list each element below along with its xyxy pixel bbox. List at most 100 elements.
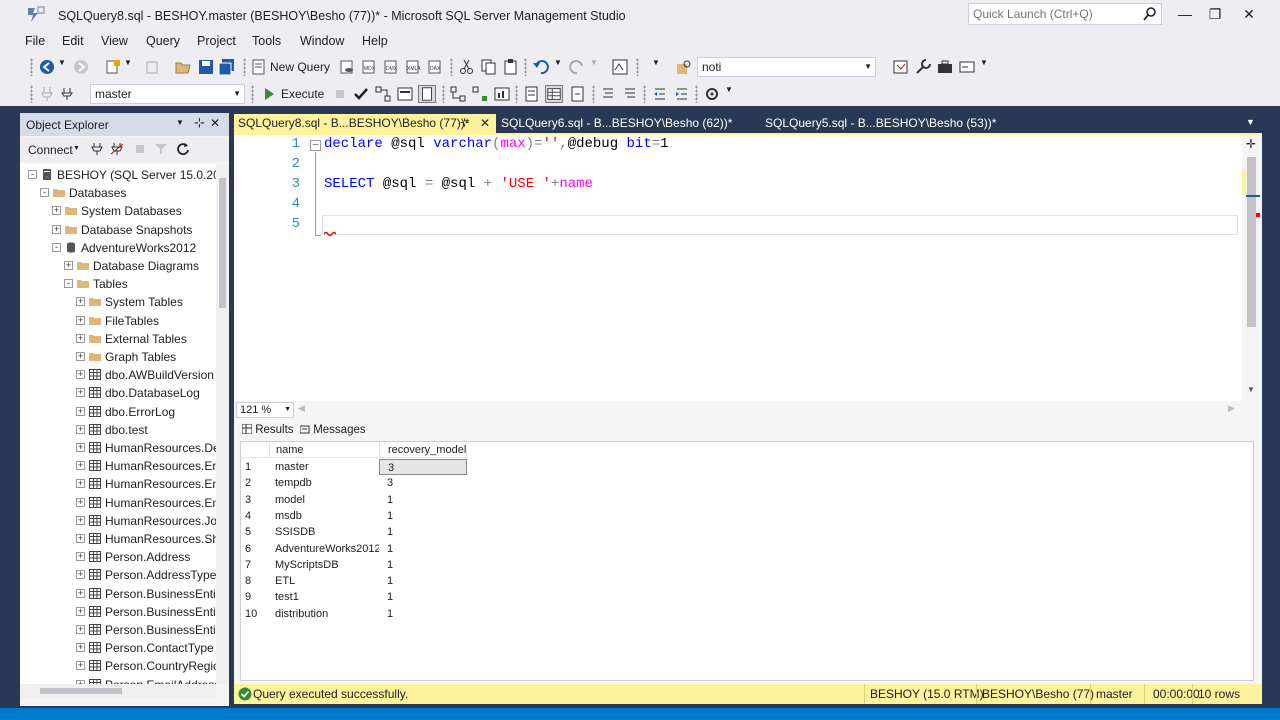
expand-icon[interactable]: + <box>76 497 85 507</box>
cell-name[interactable]: distribution <box>269 606 379 622</box>
pin-tab-icon[interactable]: ⊹ <box>460 114 469 133</box>
toolbar-grip[interactable] <box>30 58 33 76</box>
results-to-grid-icon[interactable] <box>545 85 563 103</box>
cell-name[interactable]: ETL <box>269 573 379 589</box>
cell-recovery-model[interactable]: 1 <box>379 557 467 573</box>
refresh-icon[interactable] <box>176 142 190 156</box>
save-icon[interactable] <box>197 58 215 76</box>
expand-icon[interactable]: + <box>76 534 85 543</box>
cell-recovery-model[interactable]: 1 <box>379 573 467 589</box>
back-icon[interactable] <box>38 58 56 76</box>
tree-item[interactable]: + HumanResources.Em <box>20 475 216 493</box>
results-to-text-icon[interactable] <box>523 85 541 103</box>
cell-recovery-model[interactable]: 1 <box>379 589 467 605</box>
cell-recovery-model[interactable]: 1 <box>379 524 467 540</box>
connect-dropdown-button[interactable]: Connect <box>28 143 73 157</box>
new-query-icon[interactable] <box>250 58 268 76</box>
execute-button[interactable]: Execute <box>281 87 324 101</box>
tab-sqlquery6[interactable]: SQLQuery6.sql - B...BESHOY\Besho (62))* <box>497 114 759 133</box>
tab-sqlquery5[interactable]: SQLQuery5.sql - B...BESHOY\Besho (53))* <box>761 114 1023 133</box>
row-number[interactable]: 10 <box>241 606 269 622</box>
tree-item[interactable]: + HumanResources.Shi <box>20 530 216 548</box>
row-number[interactable]: 9 <box>241 589 269 605</box>
redo-icon[interactable] <box>568 58 586 76</box>
cell-recovery-model[interactable]: 1 <box>379 492 467 508</box>
mdx-query-icon[interactable]: MDX <box>360 58 378 76</box>
expand-icon[interactable]: + <box>76 370 85 380</box>
properties-wrench-icon[interactable] <box>914 58 932 76</box>
cancel-query-icon[interactable] <box>331 85 349 103</box>
cell-name[interactable]: tempdb <box>269 475 379 491</box>
save-all-icon[interactable] <box>218 58 236 76</box>
expand-icon[interactable]: + <box>76 352 85 361</box>
cell-name[interactable]: MyScriptsDB <box>269 557 379 573</box>
tree-item[interactable]: + HumanResources.Em <box>20 457 216 475</box>
tree-item[interactable]: + Person.Address <box>20 548 216 566</box>
connect-plug-icon[interactable] <box>90 142 104 156</box>
tab-sqlquery8[interactable]: SQLQuery8.sql - B...BESHOY\Besho (77))* … <box>234 114 496 133</box>
change-connection-icon[interactable] <box>60 85 78 103</box>
query-editor[interactable]: 1 2 3 4 5 – declare @sql varchar(max)=''… <box>234 135 1262 401</box>
config-dropdown-icon[interactable]: ▼ <box>652 58 670 76</box>
tree-item[interactable]: + HumanResources.Em <box>20 494 216 512</box>
tab-overflow-dropdown-icon[interactable]: ▼ <box>1246 117 1255 127</box>
add-item-icon[interactable] <box>144 58 162 76</box>
pin-icon[interactable]: ⊹ <box>194 115 205 131</box>
object-explorer-vscroll[interactable] <box>216 164 229 684</box>
row-number[interactable]: 5 <box>241 524 269 540</box>
tree-item[interactable]: + External Tables <box>20 330 216 348</box>
chevron-down-icon[interactable]: ▼ <box>233 85 241 103</box>
expand-icon[interactable]: + <box>76 406 85 416</box>
expand-icon[interactable]: + <box>76 479 85 489</box>
chevron-down-icon[interactable]: ▼ <box>864 58 872 76</box>
xmla-query-icon[interactable]: XMLA <box>404 58 422 76</box>
expand-icon[interactable]: + <box>76 333 85 343</box>
new-query-button[interactable]: New Query <box>270 60 330 74</box>
dax-query-icon[interactable]: DAX <box>426 58 444 76</box>
parse-checkmark-icon[interactable] <box>352 85 370 103</box>
quick-launch-input[interactable] <box>969 4 1139 24</box>
scroll-thumb[interactable] <box>40 688 122 694</box>
tab-messages[interactable]: Messages <box>299 421 366 439</box>
cell-recovery-model[interactable]: 1 <box>379 508 467 524</box>
scroll-thumb[interactable] <box>1247 157 1256 327</box>
row-number[interactable]: 3 <box>241 492 269 508</box>
tree-item[interactable]: + Database Diagrams <box>20 257 216 275</box>
collapse-icon[interactable]: - <box>40 188 49 198</box>
live-query-statistics-icon[interactable] <box>471 85 489 103</box>
zoom-combo[interactable]: 121 % ▼ <box>236 402 294 418</box>
tree-item[interactable]: + Person.BusinessEntity <box>20 621 216 639</box>
menu-window[interactable]: Window <box>300 34 344 48</box>
expand-icon[interactable]: + <box>76 643 85 653</box>
menu-view[interactable]: View <box>101 34 128 48</box>
expand-icon[interactable]: + <box>76 388 85 398</box>
tree-item[interactable]: + System Tables <box>20 293 216 311</box>
expand-icon[interactable]: + <box>52 224 61 234</box>
scroll-thumb[interactable] <box>219 178 226 308</box>
menu-project[interactable]: Project <box>197 34 236 48</box>
client-statistics-icon[interactable] <box>493 85 511 103</box>
code-line-3[interactable]: SELECT @sql = @sql + 'USE '+name <box>324 176 593 192</box>
tree-item[interactable]: - BESHOY (SQL Server 15.0.2095 <box>20 166 216 184</box>
minimize-button[interactable]: — <box>1170 4 1200 24</box>
filter-icon[interactable] <box>154 142 168 156</box>
expand-icon[interactable]: + <box>76 315 85 325</box>
tree-item[interactable]: + Person.BusinessEntity <box>20 603 216 621</box>
menu-file[interactable]: File <box>25 34 45 48</box>
collapse-icon[interactable]: - <box>28 170 37 179</box>
window-position-dropdown-icon[interactable]: ▼ <box>176 118 184 127</box>
new-project-icon[interactable] <box>104 58 122 76</box>
tree-item[interactable]: + dbo.DatabaseLog <box>20 384 216 402</box>
scroll-right-arrow-icon[interactable]: ▶ <box>1228 403 1235 414</box>
chevron-down-icon[interactable]: ▼ <box>284 403 291 417</box>
tree-item[interactable]: + Person.BusinessEntity <box>20 585 216 603</box>
cell-recovery-model[interactable]: 3 <box>379 475 467 491</box>
expand-icon[interactable]: + <box>76 297 85 307</box>
expand-icon[interactable]: + <box>76 552 85 562</box>
expand-icon[interactable]: + <box>76 461 85 471</box>
scroll-down-arrow-icon[interactable]: ▼ <box>1247 385 1255 394</box>
disconnect-icon[interactable] <box>110 142 124 156</box>
cell-name[interactable]: msdb <box>269 508 379 524</box>
open-folder-icon[interactable] <box>174 58 192 76</box>
uncomment-lines-icon[interactable] <box>621 85 639 103</box>
